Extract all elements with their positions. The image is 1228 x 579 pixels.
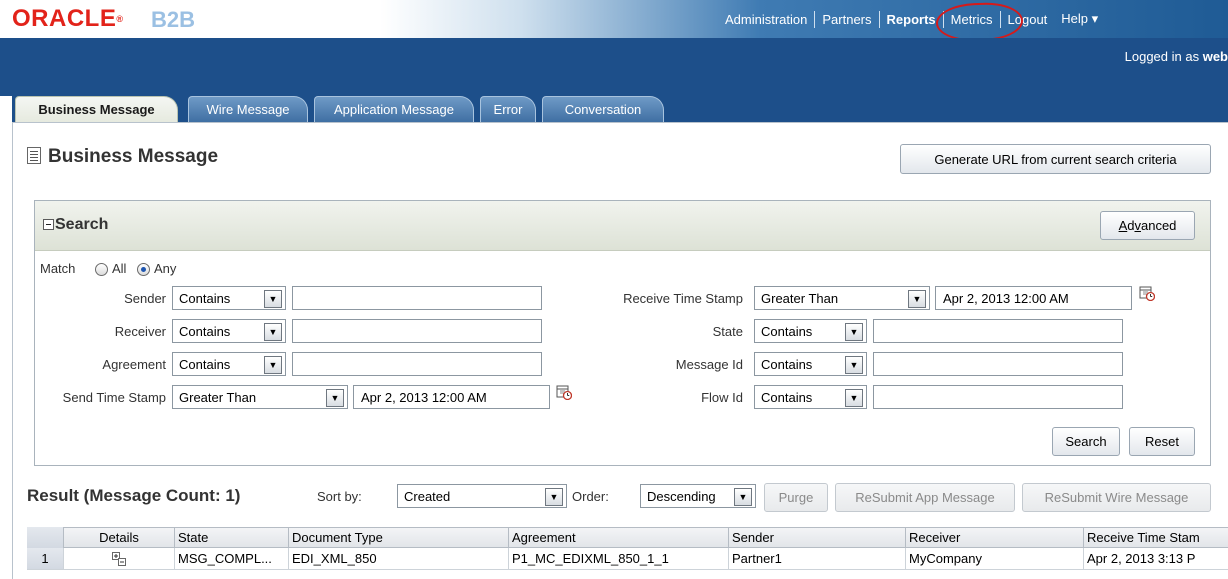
chevron-down-icon: ▼ [845,323,863,341]
order-value: Descending [647,488,716,504]
sender-label: Sender [124,291,166,306]
receiver-operator-select[interactable]: Contains ▼ [172,319,286,343]
sender-operator-value: Contains [179,290,231,306]
header-band [0,38,1228,96]
receive-time-operator-value: Greater Than [761,290,839,306]
generate-url-button[interactable]: Generate URL from current search criteri… [900,144,1211,174]
resubmit-app-message-button[interactable]: ReSubmit App Message [835,483,1015,512]
nav-help-menu[interactable]: Help ▾ [1054,11,1105,27]
chevron-down-icon: ▼ [326,389,344,407]
details-cell[interactable] [64,548,175,570]
document-icon [27,147,41,164]
order-select[interactable]: Descending ▼ [640,484,756,508]
receive-time-cell: Apr 2, 2013 3:13 P [1084,548,1228,570]
match-any-label: Any [154,261,177,276]
sort-by-select[interactable]: Created ▼ [397,484,567,508]
document-type-cell: EDI_XML_850 [289,548,509,570]
calendar-icon[interactable] [1139,285,1155,301]
column-header-receive-time-stamp[interactable]: Receive Time Stam [1084,527,1228,548]
flow-id-operator-value: Contains [761,389,813,405]
page-title: Business Message [48,146,219,167]
state-operator-value: Contains [761,323,813,339]
column-header-agreement[interactable]: Agreement [509,527,729,548]
sender-cell: Partner1 [729,548,906,570]
expand-details-icon[interactable] [112,551,126,566]
flow-id-label: Flow Id [701,390,743,405]
agreement-cell: P1_MC_EDIXML_850_1_1 [509,548,729,570]
calendar-icon[interactable] [556,384,572,400]
tab-wire-message[interactable]: Wire Message [188,96,308,122]
chevron-down-icon: ▼ [845,389,863,407]
nav-reports[interactable]: Reports [880,12,943,27]
chevron-down-icon: ▼ [908,290,926,308]
state-operator-select[interactable]: Contains ▼ [754,319,867,343]
search-button[interactable]: Search [1052,427,1120,456]
receive-time-stamp-input[interactable]: Apr 2, 2013 12:00 AM [935,286,1132,310]
order-label: Order: [572,489,609,504]
state-input[interactable] [873,319,1123,343]
collapse-icon[interactable] [43,219,54,230]
tab-error[interactable]: Error [480,96,536,122]
match-any-radio[interactable] [137,263,150,276]
search-header [35,201,1210,251]
tab-conversation[interactable]: Conversation [542,96,664,122]
search-title: Search [55,216,109,233]
agreement-operator-value: Contains [179,356,231,372]
send-time-stamp-label: Send Time Stamp [62,390,166,405]
global-nav: Administration Partners Reports Metrics … [718,8,1105,30]
receiver-input[interactable] [292,319,542,343]
chevron-down-icon: ▼ [264,356,282,374]
message-id-label: Message Id [675,357,743,372]
chevron-down-icon: ▼ [845,356,863,374]
chevron-down-icon: ▼ [734,488,752,506]
row-number-header [27,527,64,548]
match-all-radio[interactable] [95,263,108,276]
receiver-label: Receiver [114,324,166,339]
chevron-down-icon: ▼ [264,323,282,341]
advanced-button[interactable]: Ad v anced [1100,211,1195,240]
logged-in-status: Logged in as web [1124,49,1228,64]
column-header-state[interactable]: State [175,527,289,548]
receive-time-operator-select[interactable]: Greater Than ▼ [754,286,930,310]
message-id-input[interactable] [873,352,1123,376]
receiver-operator-value: Contains [179,323,231,339]
column-header-details[interactable]: Details [64,527,175,548]
match-all-label: All [112,261,127,276]
state-cell: MSG_COMPL... [175,548,289,570]
sort-by-label: Sort by: [317,489,362,504]
agreement-label: Agreement [102,357,166,372]
receiver-cell: MyCompany [906,548,1084,570]
receive-time-stamp-label: Receive Time Stamp [623,291,743,306]
resubmit-wire-message-button[interactable]: ReSubmit Wire Message [1022,483,1211,512]
column-header-document-type[interactable]: Document Type [289,527,509,548]
oracle-logo: ORACLE® [12,5,124,32]
nav-administration[interactable]: Administration [718,12,814,27]
chevron-down-icon: ▼ [545,488,563,506]
send-time-operator-value: Greater Than [179,389,257,405]
reset-button[interactable]: Reset [1129,427,1195,456]
message-id-operator-value: Contains [761,356,813,372]
nav-partners[interactable]: Partners [815,12,878,27]
sender-input[interactable] [292,286,542,310]
product-name: B2B [151,7,196,32]
tab-business-message[interactable]: Business Message [15,96,178,122]
sort-by-value: Created [404,488,451,504]
flow-id-input[interactable] [873,385,1123,409]
send-time-stamp-input[interactable]: Apr 2, 2013 12:00 AM [353,385,550,409]
send-time-operator-select[interactable]: Greater Than ▼ [172,385,348,409]
purge-button[interactable]: Purge [764,483,828,512]
match-label: Match [40,261,76,276]
state-label: State [712,324,743,339]
agreement-operator-select[interactable]: Contains ▼ [172,352,286,376]
sender-operator-select[interactable]: Contains ▼ [172,286,286,310]
agreement-input[interactable] [292,352,542,376]
row-number: 1 [27,548,64,570]
column-header-sender[interactable]: Sender [729,527,906,548]
tab-application-message[interactable]: Application Message [314,96,474,122]
flow-id-operator-select[interactable]: Contains ▼ [754,385,867,409]
column-header-receiver[interactable]: Receiver [906,527,1084,548]
result-title: Result (Message Count: 1) [27,486,241,505]
chevron-down-icon: ▼ [264,290,282,308]
message-id-operator-select[interactable]: Contains ▼ [754,352,867,376]
